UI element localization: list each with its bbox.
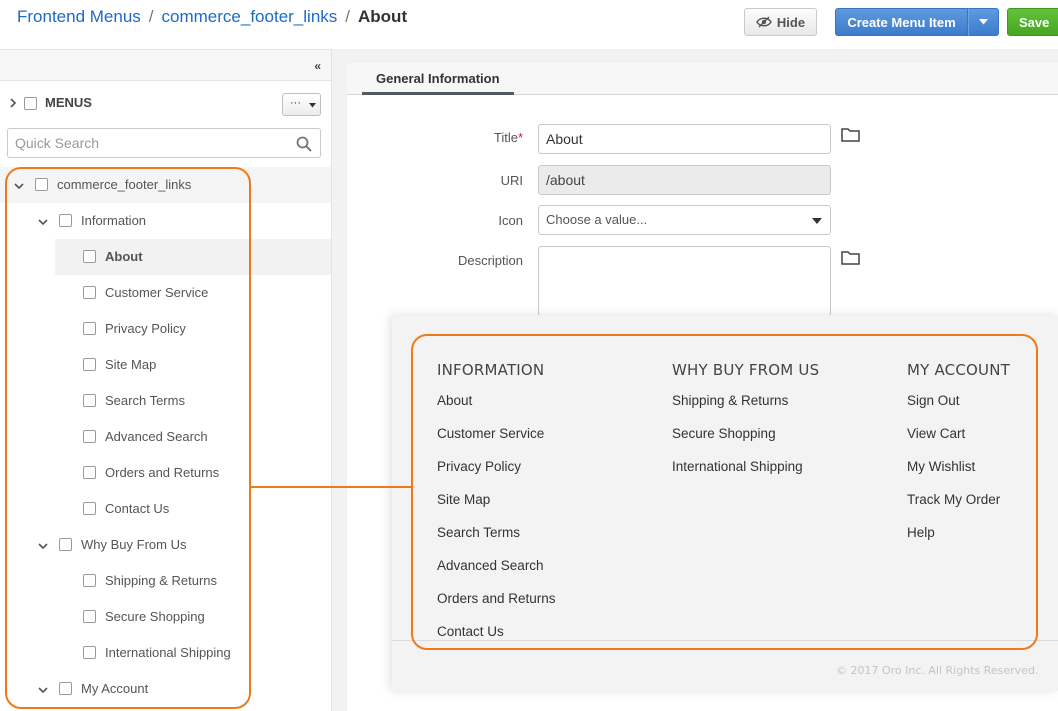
icon-select[interactable]: Choose a value... bbox=[538, 205, 831, 235]
menus-checkbox[interactable] bbox=[24, 97, 37, 110]
caret-down-icon bbox=[979, 19, 988, 25]
create-menu-item-button[interactable]: Create Menu Item bbox=[835, 8, 968, 36]
breadcrumb: Frontend Menus / commerce_footer_links / Abo… bbox=[17, 7, 407, 27]
eye-slash-icon bbox=[756, 16, 772, 28]
footer-copyright: © 2017 Oro Inc. All Rights Reserved. bbox=[836, 664, 1039, 677]
breadcrumb-frontend-menus[interactable]: Frontend Menus bbox=[17, 7, 141, 26]
title-label-text: Title bbox=[493, 130, 518, 145]
tab-general-information[interactable]: General Information bbox=[362, 63, 514, 95]
create-dropdown-toggle[interactable] bbox=[968, 8, 999, 36]
hide-button[interactable]: Hide bbox=[744, 8, 817, 36]
menus-header: MENUS ··· bbox=[8, 93, 322, 117]
description-textarea[interactable] bbox=[538, 246, 831, 316]
menus-actions-label: ··· bbox=[290, 97, 301, 109]
menus-actions-dropdown[interactable]: ··· bbox=[282, 93, 321, 116]
search-icon[interactable] bbox=[296, 136, 312, 152]
folder-icon[interactable] bbox=[841, 127, 860, 142]
create-menu-item-label: Create Menu Item bbox=[847, 14, 956, 30]
hide-button-label: Hide bbox=[776, 14, 806, 30]
quick-search bbox=[7, 128, 321, 158]
icon-select-value: Choose a value... bbox=[546, 212, 648, 227]
tab-bar: General Information bbox=[347, 63, 1058, 95]
caret-down-icon bbox=[812, 218, 822, 224]
title-input[interactable]: About bbox=[538, 124, 831, 154]
uri-input[interactable]: /about bbox=[538, 165, 831, 195]
chevron-right-icon[interactable] bbox=[8, 98, 18, 108]
breadcrumb-separator: / bbox=[345, 7, 351, 26]
save-button-label: Save bbox=[1019, 14, 1050, 30]
breadcrumb-menu[interactable]: commerce_footer_links bbox=[162, 7, 338, 26]
collapse-sidebar-icon[interactable]: « bbox=[314, 59, 321, 73]
save-button[interactable]: Save bbox=[1007, 8, 1058, 36]
callout-connector-line bbox=[251, 486, 411, 488]
sidebar-toolbar: « bbox=[0, 49, 331, 81]
footer-highlight-callout bbox=[411, 334, 1038, 650]
menus-label: MENUS bbox=[45, 95, 92, 110]
caret-down-icon bbox=[309, 103, 316, 108]
title-label: Title* bbox=[423, 130, 523, 145]
uri-label: URI bbox=[500, 173, 523, 188]
breadcrumb-separator: / bbox=[148, 7, 154, 26]
tree-highlight-callout bbox=[5, 167, 251, 709]
description-label: Description bbox=[457, 253, 523, 268]
required-mark: * bbox=[517, 130, 523, 145]
icon-label: Icon bbox=[498, 213, 523, 228]
quick-search-input[interactable] bbox=[8, 129, 278, 157]
breadcrumb-current: About bbox=[358, 7, 408, 26]
folder-icon[interactable] bbox=[841, 250, 860, 265]
